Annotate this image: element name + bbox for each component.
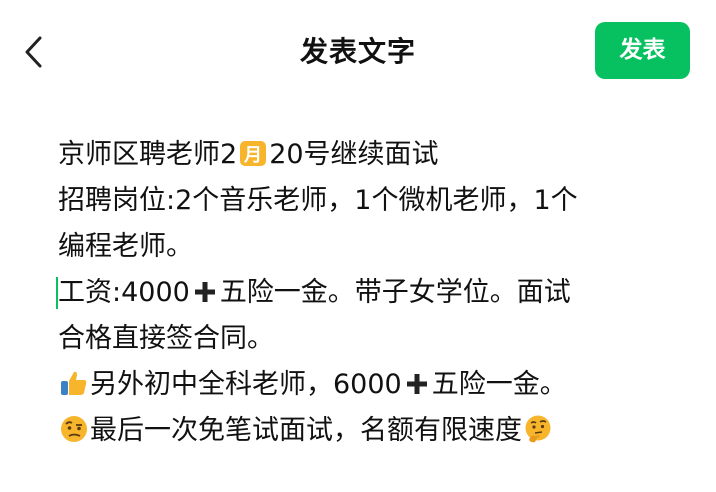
heavy-plus-icon [405,365,429,394]
thinking-face-emoji [523,414,553,444]
post-text: 另外初中全科老师，6000 [90,369,402,400]
heavy-plus-icon [193,273,217,302]
text-caret [56,277,58,309]
svg-text:月: 月 [243,145,262,166]
raised-eyebrow-emoji [59,414,89,444]
top-bar: 发表文字 发表 [0,0,716,104]
thumbs-up-emoji [59,368,89,398]
post-text: 京师区聘老师2 [58,139,238,170]
publish-button[interactable]: 发表 [595,22,690,79]
post-line: 编程老师。 [58,224,678,270]
post-text: 工资:4000 [58,277,190,308]
post-text: 最后一次免笔试面试，名额有限速度 [90,415,522,446]
post-text: 五险一金。带子女学位。面试 [219,277,571,308]
post-text: 20号继续面试 [269,139,439,170]
post-text: 招聘岗位:2个音乐老师，1个微机老师，1个 [58,185,578,216]
post-line: 最后一次免笔试面试，名额有限速度 [58,408,678,454]
post-line: 工资:4000 五险一金。带子女学位。面试 [56,270,678,316]
post-line: 京师区聘老师2 月 20号继续面试 [58,132,678,178]
calendar-month-emoji: 月 [238,138,268,168]
post-text: 编程老师。 [58,231,193,262]
post-line: 招聘岗位:2个音乐老师，1个微机老师，1个 [58,178,678,224]
post-text: 合格直接签合同。 [58,323,274,354]
post-text-editor[interactable]: 京师区聘老师2 月 20号继续面试 招聘岗位:2个音乐老师，1个微机老师，1个 … [56,132,678,472]
post-line: 另外初中全科老师，6000 五险一金。 [58,362,678,408]
post-line: 合格直接签合同。 [58,316,678,362]
post-text: 五险一金。 [431,369,567,400]
